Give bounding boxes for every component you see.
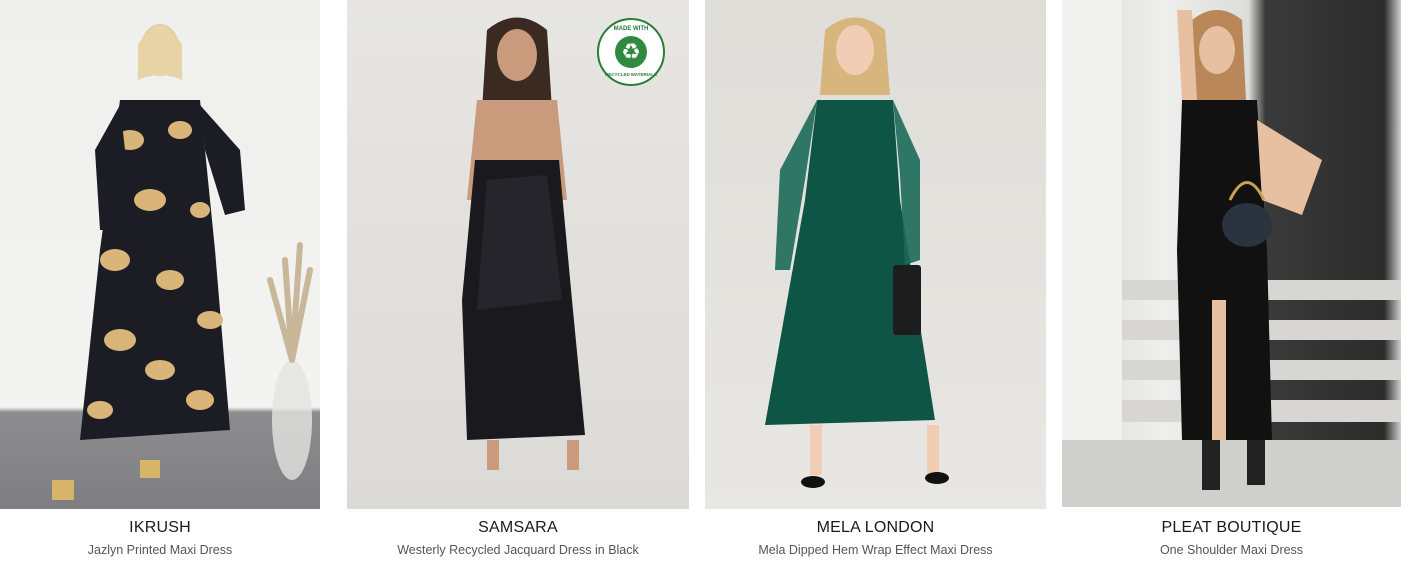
model-photo xyxy=(765,17,949,488)
product-name[interactable]: One Shoulder Maxi Dress xyxy=(1062,543,1401,557)
badge-top-text: MADE WITH xyxy=(613,26,649,32)
product-brand[interactable]: IKRUSH xyxy=(0,519,320,537)
model-photo xyxy=(52,24,313,500)
product-name[interactable]: Westerly Recycled Jacquard Dress in Blac… xyxy=(347,543,689,557)
badge-bottom-text: RECYCLED MATERIALS xyxy=(605,72,657,77)
model-photo xyxy=(1062,0,1401,507)
product-brand[interactable]: MELA LONDON xyxy=(705,519,1046,537)
product-name[interactable]: Jazlyn Printed Maxi Dress xyxy=(0,543,320,557)
product-image[interactable]: MADE WITH ♻ RECYCLED MATERIALS xyxy=(347,0,689,509)
product-brand[interactable]: PLEAT BOUTIQUE xyxy=(1062,519,1401,537)
product-image[interactable] xyxy=(1062,0,1401,507)
product-brand[interactable]: SAMSARA xyxy=(347,519,689,537)
recycle-icon: ♻ xyxy=(615,36,647,68)
product-image[interactable] xyxy=(705,0,1046,509)
product-name[interactable]: Mela Dipped Hem Wrap Effect Maxi Dress xyxy=(705,543,1046,557)
recycled-materials-badge: MADE WITH ♻ RECYCLED MATERIALS xyxy=(597,18,665,86)
product-image[interactable] xyxy=(0,0,320,509)
